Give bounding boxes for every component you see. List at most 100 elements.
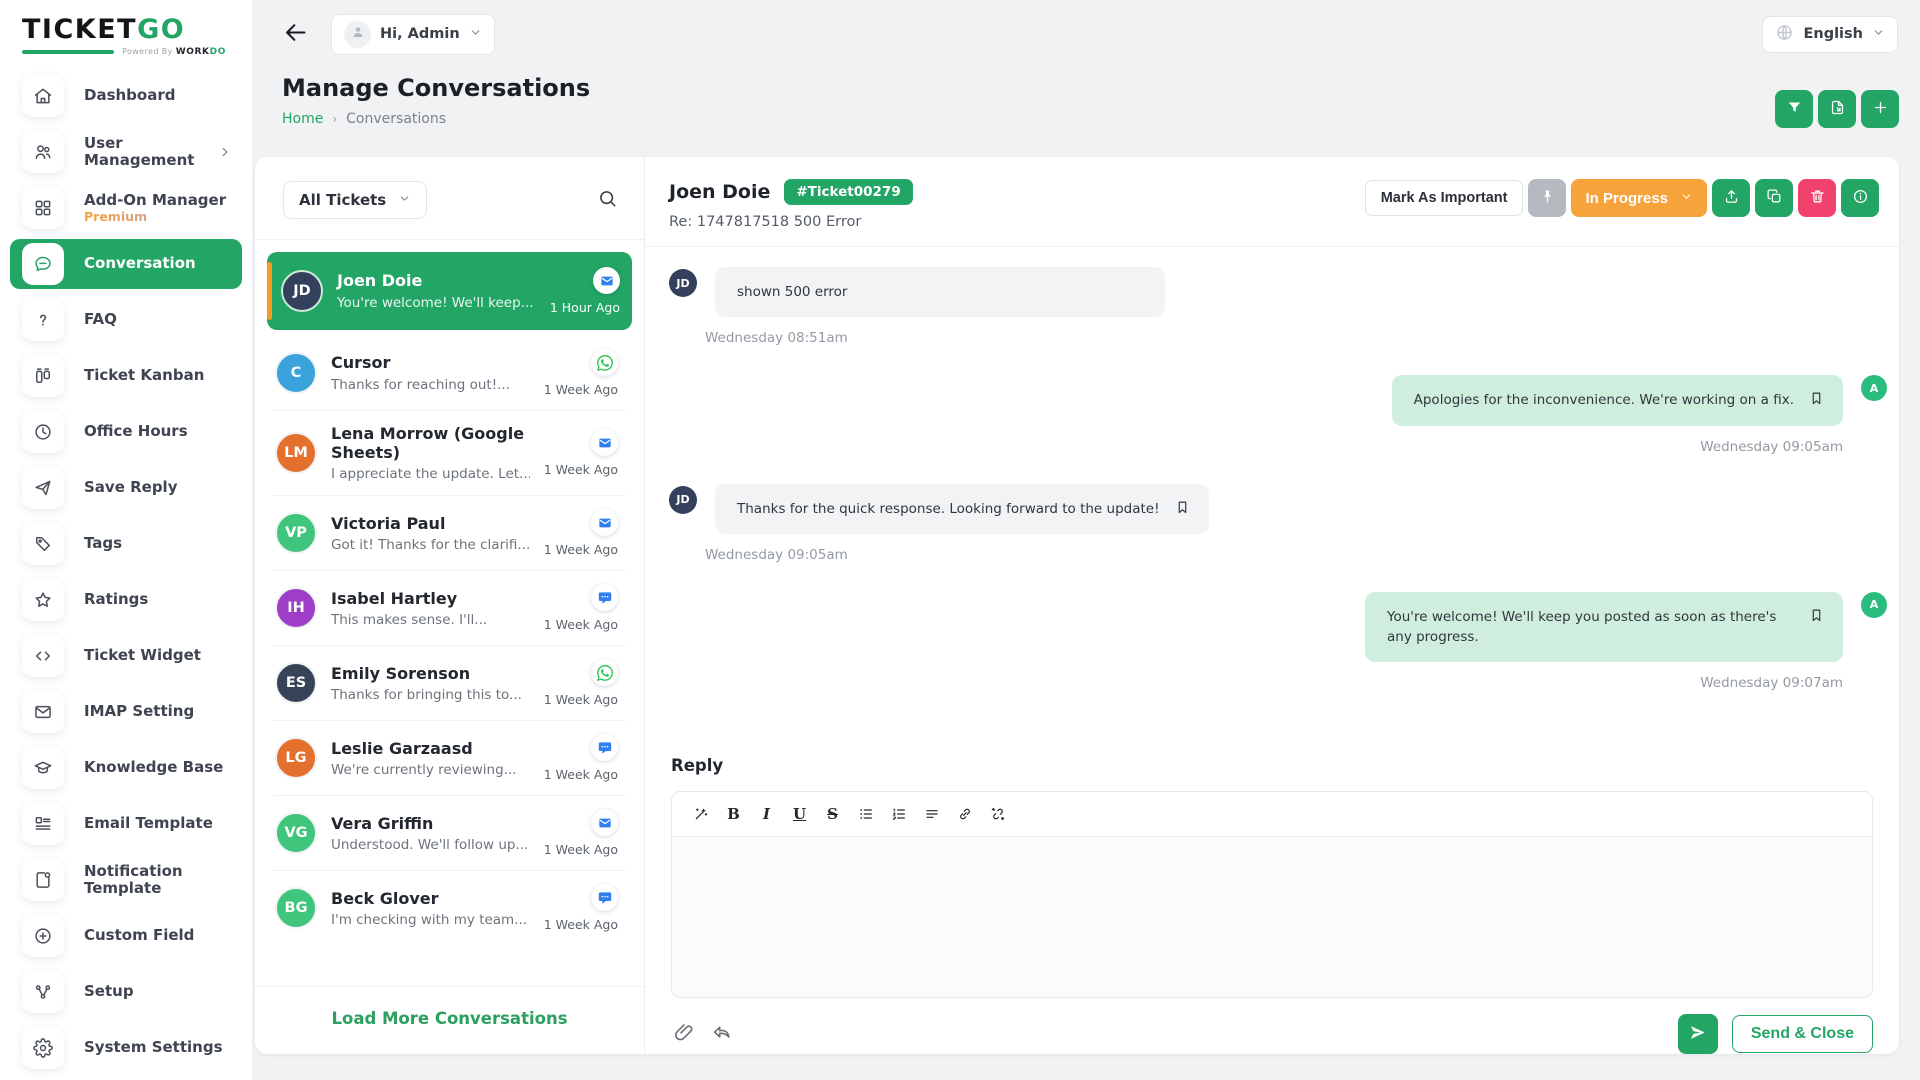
export-button[interactable] <box>1818 90 1856 128</box>
list-ul-icon[interactable] <box>851 801 880 827</box>
share-button[interactable] <box>1712 179 1750 217</box>
conversation-row[interactable]: JDJoen DoieYou're welcome! We'll keep...… <box>267 252 632 330</box>
conversation-row[interactable]: CCursorThanks for reaching out!...1 Week… <box>273 336 626 411</box>
sidebar-item-tags[interactable]: Tags <box>10 519 242 569</box>
file-export-icon <box>1829 99 1846 119</box>
send-close-button[interactable]: Send & Close <box>1732 1015 1873 1053</box>
reply-input[interactable] <box>672 837 1872 997</box>
conversation-name: Isabel Hartley <box>331 589 530 608</box>
sidebar-nav: Dashboard User Management Add-On ManagerPr… <box>0 63 252 1073</box>
user-menu[interactable]: Hi, Admin <box>331 14 495 55</box>
sidebar-item-office-hours[interactable]: Office Hours <box>10 407 242 457</box>
language-selector[interactable]: English <box>1762 16 1898 53</box>
sidebar-item-dashboard[interactable]: Dashboard <box>10 71 242 121</box>
status-label: In Progress <box>1585 190 1668 207</box>
sidebar-item-ticket-widget[interactable]: Ticket Widget <box>10 631 242 681</box>
conversation-preview: This makes sense. I'll... <box>331 612 530 628</box>
mark-important-button[interactable]: Mark As Important <box>1365 180 1524 216</box>
avatar: JD <box>281 270 323 312</box>
ticket-number-badge: #Ticket00279 <box>784 179 912 205</box>
page-header: Manage Conversations Home › Conversation… <box>252 68 1920 127</box>
chat-icon <box>22 243 64 285</box>
message-timestamp: Wednesday 09:05am <box>669 439 1843 455</box>
unlink-icon[interactable] <box>983 801 1012 827</box>
conversation-row[interactable]: ESEmily SorensonThanks for bringing this… <box>273 646 626 721</box>
sidebar-item-conversation[interactable]: Conversation <box>10 239 242 289</box>
question-icon <box>22 299 64 341</box>
conversation-row[interactable]: VPVictoria PaulGot it! Thanks for the cl… <box>273 496 626 571</box>
delete-button[interactable] <box>1798 179 1836 217</box>
saved-reply-button[interactable] <box>711 1022 733 1047</box>
back-button[interactable] <box>282 19 309 49</box>
sidebar-item-label: FAQ <box>84 311 117 328</box>
chat-channel-icon <box>591 584 618 611</box>
underline-icon[interactable]: U <box>785 801 814 827</box>
customer-avatar: JD <box>669 486 697 514</box>
sidebar-item-notification-template[interactable]: Notification Template <box>10 855 242 905</box>
bookmark-icon[interactable] <box>1808 390 1825 407</box>
search-button[interactable] <box>597 188 618 212</box>
file-badge-icon <box>22 859 64 901</box>
sidebar-item-add-on-manager[interactable]: Add-On ManagerPremium <box>10 183 242 233</box>
copy-button[interactable] <box>1755 179 1793 217</box>
message-timestamp: Wednesday 09:07am <box>669 675 1843 691</box>
message-group: JDThanks for the quick response. Looking… <box>669 484 1887 563</box>
sidebar-item-email-template[interactable]: Email Template <box>10 799 242 849</box>
sidebar-item-setup[interactable]: Setup <box>10 967 242 1017</box>
brand-logo[interactable]: TICKETGO Powered By WORKDO <box>0 0 252 63</box>
sidebar-item-system-settings[interactable]: System Settings <box>10 1023 242 1073</box>
info-button[interactable] <box>1841 179 1879 217</box>
sidebar-item-custom-field[interactable]: Custom Field <box>10 911 242 961</box>
sidebar-item-imap-setting[interactable]: IMAP Setting <box>10 687 242 737</box>
sidebar: TICKETGO Powered By WORKDO Dashboard User… <box>0 0 252 1080</box>
sidebar-item-user-management[interactable]: User Management <box>10 127 242 177</box>
info-icon <box>1852 188 1869 208</box>
sidebar-item-save-reply[interactable]: Save Reply <box>10 463 242 513</box>
strikethrough-icon[interactable]: S <box>818 801 847 827</box>
bookmark-icon[interactable] <box>1174 499 1191 516</box>
attach-button[interactable] <box>673 1022 695 1047</box>
italic-icon[interactable]: I <box>752 801 781 827</box>
link-icon[interactable] <box>950 801 979 827</box>
load-more-link[interactable]: Load More Conversations <box>331 1009 567 1028</box>
conversation-row[interactable]: BGBeck GloverI'm checking with my team..… <box>273 871 626 945</box>
status-dropdown[interactable]: In Progress <box>1571 179 1707 217</box>
bookmark-icon[interactable] <box>1808 607 1825 624</box>
chat-actions: Mark As Important In Progress <box>1365 179 1879 217</box>
message-group: Apologies for the inconvenience. We're w… <box>669 375 1887 454</box>
star-icon <box>22 579 64 621</box>
conversation-row[interactable]: LMLena Morrow (Google Sheets)I appreciat… <box>273 411 626 496</box>
list-ol-icon[interactable] <box>884 801 913 827</box>
conversation-row[interactable]: LGLeslie GarzaasdWe're currently reviewi… <box>273 721 626 796</box>
upload-icon <box>1723 188 1740 208</box>
avatar: LG <box>275 737 317 779</box>
sidebar-item-label: Setup <box>84 983 134 1000</box>
message-thread: JDshown 500 errorWednesday 08:51amApolog… <box>645 247 1899 748</box>
reply-label: Reply <box>671 756 1873 775</box>
bold-icon[interactable]: B <box>719 801 748 827</box>
ticket-filter-dropdown[interactable]: All Tickets <box>283 181 427 219</box>
sidebar-item-ticket-kanban[interactable]: Ticket Kanban <box>10 351 242 401</box>
filter-button[interactable] <box>1775 90 1813 128</box>
conversation-row[interactable]: VGVera GriffinUnderstood. We'll follow u… <box>273 796 626 871</box>
conversation-time: 1 Week Ago <box>544 462 618 477</box>
send-button[interactable] <box>1678 1014 1718 1054</box>
reply-section: Reply BIUS Send & Close <box>645 748 1899 1054</box>
chat-customer-name: Joen Doie <box>669 181 770 203</box>
conversation-row[interactable]: IHIsabel HartleyThis makes sense. I'll..… <box>273 571 626 646</box>
breadcrumb-home-link[interactable]: Home <box>282 111 323 127</box>
sidebar-item-label: Add-On Manager <box>84 192 226 209</box>
funnel-icon <box>1786 99 1803 119</box>
sidebar-item-knowledge-base[interactable]: Knowledge Base <box>10 743 242 793</box>
create-ticket-button[interactable] <box>1861 90 1899 128</box>
sidebar-item-label: Ratings <box>84 591 148 608</box>
conversation-time: 1 Week Ago <box>544 617 618 632</box>
network-icon <box>22 971 64 1013</box>
breadcrumb-current: Conversations <box>346 111 446 127</box>
magic-wand-icon[interactable] <box>686 801 715 827</box>
align-icon[interactable] <box>917 801 946 827</box>
sidebar-item-ratings[interactable]: Ratings <box>10 575 242 625</box>
conversation-preview: Got it! Thanks for the clarifi... <box>331 537 530 553</box>
sidebar-item-faq[interactable]: FAQ <box>10 295 242 345</box>
pin-button[interactable] <box>1528 179 1566 217</box>
